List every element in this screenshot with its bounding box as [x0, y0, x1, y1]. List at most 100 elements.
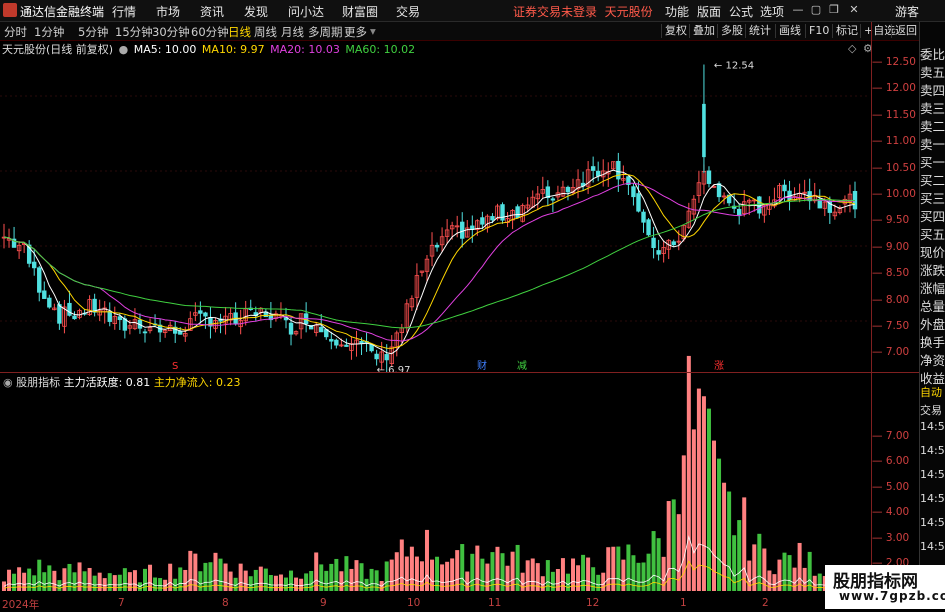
volume-bar: [349, 568, 354, 591]
settings-dot-icon[interactable]: ●: [119, 43, 129, 56]
date-tick: 8: [222, 597, 229, 609]
candle-body: [37, 267, 42, 293]
volume-bar: [540, 576, 545, 591]
candle-body: [384, 354, 389, 361]
menu-wealth-circle[interactable]: 财富圈: [342, 3, 378, 20]
tab-5min[interactable]: 5分钟: [78, 24, 108, 40]
date-tick: 2024年: [2, 599, 40, 611]
mark-button[interactable]: 标记: [832, 24, 861, 38]
volume-bar: [22, 572, 27, 591]
menu-formula[interactable]: 公式: [729, 3, 753, 20]
date-tick: 9: [320, 597, 327, 609]
tab-1min[interactable]: 1分钟: [34, 24, 64, 40]
stats-button[interactable]: 统计: [745, 24, 774, 38]
volume-bar: [72, 572, 77, 591]
volume-bar: [324, 570, 329, 591]
menu-wenxiaoda[interactable]: 问小达: [288, 3, 324, 20]
volume-bar: [42, 572, 47, 591]
tab-30min[interactable]: 30分钟: [152, 24, 190, 40]
date-tick: 10: [407, 597, 421, 609]
menu-news[interactable]: 资讯: [200, 3, 224, 20]
quote-field: 买三: [920, 191, 945, 206]
volume-bar: [112, 575, 117, 591]
maximize-icon[interactable]: ▢: [808, 2, 824, 18]
event-mark: 财: [477, 359, 487, 372]
quote-field: 换手: [920, 335, 945, 350]
tab-multi-period[interactable]: 多周期: [308, 24, 343, 40]
menu-trade[interactable]: 交易: [396, 3, 420, 20]
volume-bar: [430, 559, 435, 591]
tab-daily[interactable]: 日线: [228, 24, 251, 40]
menu-quotes[interactable]: 行情: [112, 3, 136, 20]
volume-bar: [243, 570, 248, 591]
volume-bar: [183, 569, 188, 591]
volume-bar: [696, 388, 701, 591]
period-bar: 分时 1分钟 5分钟 15分钟 30分钟 60分钟 日线 周线 月线 多周期 更…: [0, 22, 945, 41]
volume-bar: [601, 572, 606, 591]
price-tick: — 11.50: [872, 108, 916, 121]
volume-bar: [419, 561, 424, 591]
user-guest[interactable]: 游客: [895, 3, 919, 20]
tab-more[interactable]: 更多: [344, 24, 367, 40]
trade-time: 交易: [920, 404, 942, 417]
ma10-label: MA10: 9.97: [201, 43, 265, 56]
tab-weekly[interactable]: 周线: [254, 24, 277, 40]
trade-time: 14:56: [920, 468, 945, 481]
volume-bar: [722, 482, 727, 591]
menu-market[interactable]: 市场: [156, 3, 180, 20]
multi-stock-button[interactable]: 多股: [717, 24, 746, 38]
draw-button[interactable]: 画线: [775, 24, 804, 38]
candle-body: [782, 184, 787, 192]
volume-bar: [686, 355, 691, 591]
minimize-icon[interactable]: —: [790, 2, 806, 18]
menu-discover[interactable]: 发现: [244, 3, 268, 20]
quote-field: 涨幅: [920, 281, 945, 296]
indicator-line2: 主力净流入: 0.23: [153, 376, 241, 389]
tab-monthly[interactable]: 月线: [281, 24, 304, 40]
menu-layout[interactable]: 版面: [697, 3, 721, 20]
volume-bar: [248, 576, 253, 591]
price-tick: — 7.50: [872, 320, 910, 332]
volume-bar: [268, 575, 273, 591]
volume-bar: [404, 556, 409, 591]
diamond-icon[interactable]: ◇: [848, 42, 856, 55]
restore-icon[interactable]: ❐: [826, 2, 842, 18]
indicator-name: 股朋指标: [16, 376, 61, 389]
menu-function[interactable]: 功能: [665, 3, 689, 20]
menu-options[interactable]: 选项: [760, 3, 784, 20]
price-tick: — 10.00: [872, 188, 916, 200]
overlay-button[interactable]: 叠加: [689, 24, 718, 38]
volume-bar: [97, 572, 102, 591]
volume-bar: [309, 570, 314, 591]
tab-60min[interactable]: 60分钟: [191, 24, 229, 40]
volume-bar: [520, 572, 525, 591]
trade-time: 14:56: [920, 492, 945, 505]
candle-body: [631, 186, 636, 198]
restore-rights-button[interactable]: 复权: [661, 24, 690, 38]
volume-bar: [636, 562, 641, 591]
back-button[interactable]: 返回: [891, 24, 920, 38]
login-warning[interactable]: 证券交易未登录 天元股份: [513, 3, 653, 20]
ma60-line: [3, 199, 856, 329]
indicator-tick: — 7.00: [872, 430, 910, 442]
kline-chart[interactable]: ← 12.54 ← 6.97 S 财 减 涨: [0, 56, 872, 596]
event-mark: 涨: [714, 360, 724, 372]
date-tick: 7: [118, 597, 125, 609]
volume-bar: [117, 574, 122, 591]
close-icon[interactable]: ✕: [846, 2, 862, 18]
indicator-dot-icon[interactable]: ◉: [3, 376, 13, 389]
volume-bar: [258, 566, 263, 591]
candle-body: [67, 302, 72, 316]
f10-button[interactable]: F10: [805, 24, 832, 38]
tab-15min[interactable]: 15分钟: [115, 24, 153, 40]
volume-bar: [208, 562, 213, 591]
volume-bar: [32, 575, 37, 591]
high-price-label: ← 12.54: [714, 61, 754, 72]
volume-bar: [641, 562, 646, 591]
price-tick: — 7.00: [872, 346, 910, 359]
volume-bar: [7, 569, 12, 591]
date-tick: 1: [680, 597, 687, 609]
tab-timeshare[interactable]: 分时: [4, 24, 27, 40]
app-title: 通达信金融终端: [20, 5, 105, 19]
more-dropdown-icon[interactable]: ▾: [370, 24, 376, 38]
